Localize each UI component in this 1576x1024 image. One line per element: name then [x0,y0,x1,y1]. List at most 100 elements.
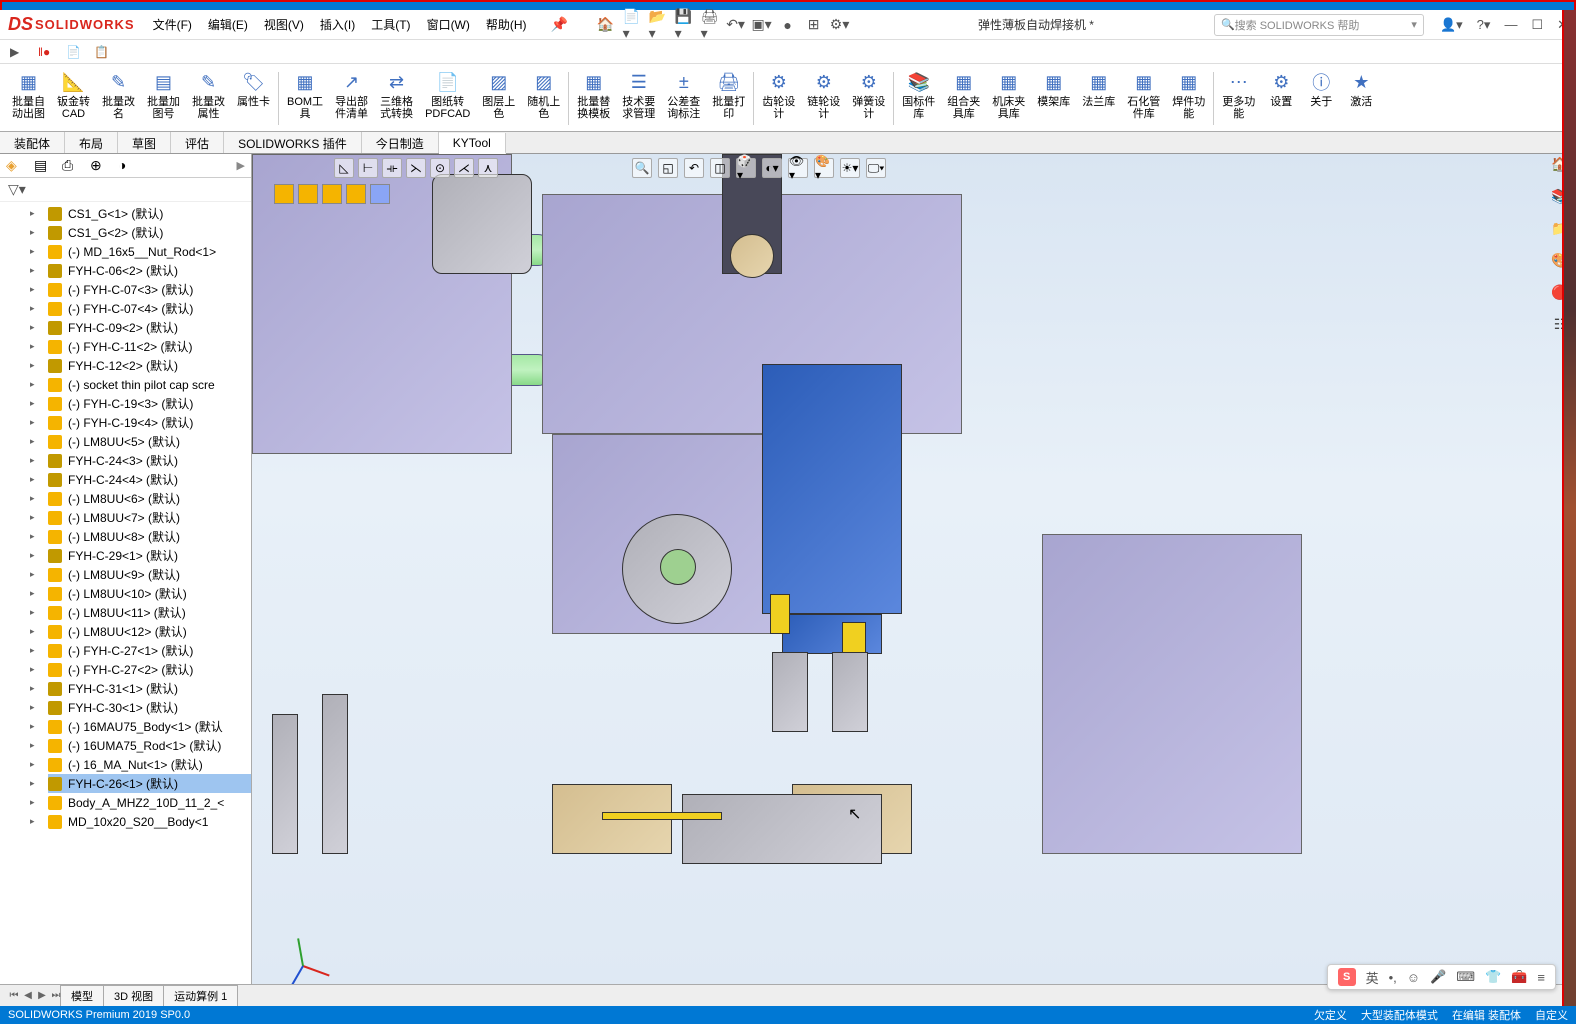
ribbon-button[interactable]: ⇄三维格 式转换 [374,68,419,129]
tree-item[interactable]: ▸CS1_G<1> (默认) [48,204,251,223]
command-tab[interactable]: 评估 [171,132,224,153]
apply-scene-icon[interactable]: ☀▾ [840,158,860,178]
expand-icon[interactable]: ▸ [30,208,35,219]
ribbon-button[interactable]: 📐钣金转 CAD [51,68,96,129]
ribbon-button[interactable]: ▦批量自 动出图 [6,68,51,129]
zoom-fit-icon[interactable]: 🔍 [632,158,652,178]
settings-icon[interactable]: ⚙▾ [831,16,849,34]
user-icon[interactable]: 👤▾ [1440,17,1463,33]
save-icon[interactable]: 💾▾ [675,16,693,34]
edit-appearance-icon[interactable]: 🎨▾ [814,158,834,178]
cube-assy-icon[interactable] [274,184,294,204]
ribbon-button[interactable]: ▨随机上 色 [521,68,566,129]
tree-item[interactable]: ▸FYH-C-31<1> (默认) [48,679,251,698]
ribbon-button[interactable]: ▦机床夹 具库 [986,68,1031,129]
prev-view-icon[interactable]: ↶ [684,158,704,178]
tree-item[interactable]: ▸(-) LM8UU<6> (默认) [48,489,251,508]
ribbon-button[interactable]: ☰技术要 求管理 [616,68,661,129]
display-mgr-icon[interactable]: ◑ [118,157,136,175]
tree-item[interactable]: ▸FYH-C-30<1> (默认) [48,698,251,717]
ime-skin-icon[interactable]: 👕 [1485,969,1501,985]
search-input[interactable]: 🔍 搜索 SOLIDWORKS 帮助 ▾ [1214,14,1424,36]
ime-toolbox-icon[interactable]: 🧰 [1511,969,1527,985]
ime-voice-icon[interactable]: 🎤 [1430,969,1446,985]
feature-tree[interactable]: ▸CS1_G<1> (默认)▸CS1_G<2> (默认)▸(-) MD_16x5… [0,202,251,984]
axis4-icon[interactable]: ⊙ [430,158,450,178]
expand-icon[interactable]: ▸ [30,322,35,333]
new-icon[interactable]: 📄▾ [623,16,641,34]
graphics-viewport[interactable]: 🔍 ◱ ↶ ◫ 🎲▾ ◐▾ 👁▾ 🎨▾ ☀▾ 🖵▾ ◺ ⊢ ⟛ ⋋ ⊙ ⋌ ⋏ [252,154,1576,984]
menu-item[interactable]: 工具(T) [371,16,410,33]
expand-icon[interactable]: ▸ [30,797,35,808]
expand-icon[interactable]: ▸ [30,759,35,770]
ime-keyboard-icon[interactable]: ⌨ [1456,969,1475,985]
ribbon-button[interactable]: 🖨批量打 印 [706,68,751,129]
ribbon-button[interactable]: 🏷属性卡 [231,68,276,129]
ribbon-button[interactable]: ⋯更多功 能 [1216,68,1261,129]
tree-item[interactable]: ▸FYH-C-12<2> (默认) [48,356,251,375]
open-icon[interactable]: 📂▾ [649,16,667,34]
cube-envelope-icon[interactable] [346,184,366,204]
ribbon-button[interactable]: ▦焊件功 能 [1166,68,1211,129]
expand-icon[interactable]: ▸ [30,683,35,694]
script-icon[interactable]: 📋 [94,45,108,59]
expand-icon[interactable]: ▸ [30,588,35,599]
rebuild-icon[interactable]: ● [779,16,797,34]
menu-item[interactable]: 插入(I) [320,16,355,33]
cube-selected-icon[interactable] [370,184,390,204]
expand-icon[interactable]: ▸ [30,398,35,409]
tree-item[interactable]: ▸FYH-C-24<4> (默认) [48,470,251,489]
tree-item[interactable]: ▸FYH-C-09<2> (默认) [48,318,251,337]
ribbon-button[interactable]: ▦组合夹 具库 [941,68,986,129]
tree-item[interactable]: ▸(-) 16UMA75_Rod<1> (默认) [48,736,251,755]
expand-icon[interactable]: ▸ [30,702,35,713]
ribbon-button[interactable]: 📚国标件 库 [896,68,941,129]
ribbon-button[interactable]: ▦法兰库 [1076,68,1121,129]
ribbon-button[interactable]: ▨图层上 色 [476,68,521,129]
expand-icon[interactable]: ▸ [30,664,35,675]
dimxpert-icon[interactable]: ⊕ [90,157,108,175]
tree-item[interactable]: ▸Body_A_MHZ2_10D_11_2_< [48,793,251,812]
ribbon-button[interactable]: ⚙齿轮设 计 [756,68,801,129]
tree-item[interactable]: ▸(-) LM8UU<12> (默认) [48,622,251,641]
axis6-icon[interactable]: ⋏ [478,158,498,178]
property-mgr-icon[interactable]: ▤ [34,157,52,175]
menu-item[interactable]: 窗口(W) [427,16,470,33]
tree-item[interactable]: ▸(-) FYH-C-07<3> (默认) [48,280,251,299]
ribbon-button[interactable]: ↗导出部 件清单 [329,68,374,129]
expand-icon[interactable]: ▸ [30,360,35,371]
ribbon-button[interactable]: ⚙设置 [1261,68,1301,129]
command-tab[interactable]: 今日制造 [362,132,439,153]
ime-punct-icon[interactable]: •, [1389,970,1397,985]
expand-icon[interactable]: ▸ [30,740,35,751]
tree-item[interactable]: ▸(-) 16_MA_Nut<1> (默认) [48,755,251,774]
tree-item[interactable]: ▸(-) LM8UU<10> (默认) [48,584,251,603]
filter-bar[interactable]: ▽▾ [0,178,251,202]
motion-tab[interactable]: 模型 [60,985,104,1006]
ribbon-button[interactable]: ▦模架库 [1031,68,1076,129]
menu-item[interactable]: 帮助(H) [486,16,527,33]
minimize-icon[interactable]: — [1504,17,1517,33]
expand-icon[interactable]: ▸ [30,265,35,276]
config-mgr-icon[interactable]: ⎙ [62,157,80,175]
expand-icon[interactable]: ▸ [30,569,35,580]
ribbon-button[interactable]: ★激活 [1341,68,1381,129]
axis1-icon[interactable]: ⊢ [358,158,378,178]
expand-icon[interactable]: ▸ [30,284,35,295]
motion-tab[interactable]: 运动算例 1 [163,985,238,1006]
expand-icon[interactable]: ▸ [30,417,35,428]
view-orient-icon[interactable]: 🎲▾ [736,158,756,178]
help-icon[interactable]: ?▾ [1477,17,1491,33]
ribbon-button[interactable]: ⚙弹簧设 计 [846,68,891,129]
ime-toolbar[interactable]: S 英 •, ☺ 🎤 ⌨ 👕 🧰 ≡ [1327,964,1556,990]
tree-item[interactable]: ▸MD_10x20_S20__Body<1 [48,812,251,831]
record-icon[interactable]: ‖● [38,45,52,59]
tree-item[interactable]: ▸FYH-C-29<1> (默认) [48,546,251,565]
axis2-icon[interactable]: ⟛ [382,158,402,178]
tree-item[interactable]: ▸FYH-C-06<2> (默认) [48,261,251,280]
undo-icon[interactable]: ↶▾ [727,16,745,34]
view-triad[interactable] [282,926,322,966]
tree-item[interactable]: ▸(-) FYH-C-07<4> (默认) [48,299,251,318]
expand-icon[interactable]: ▸ [30,607,35,618]
expand-icon[interactable]: ▸ [30,227,35,238]
